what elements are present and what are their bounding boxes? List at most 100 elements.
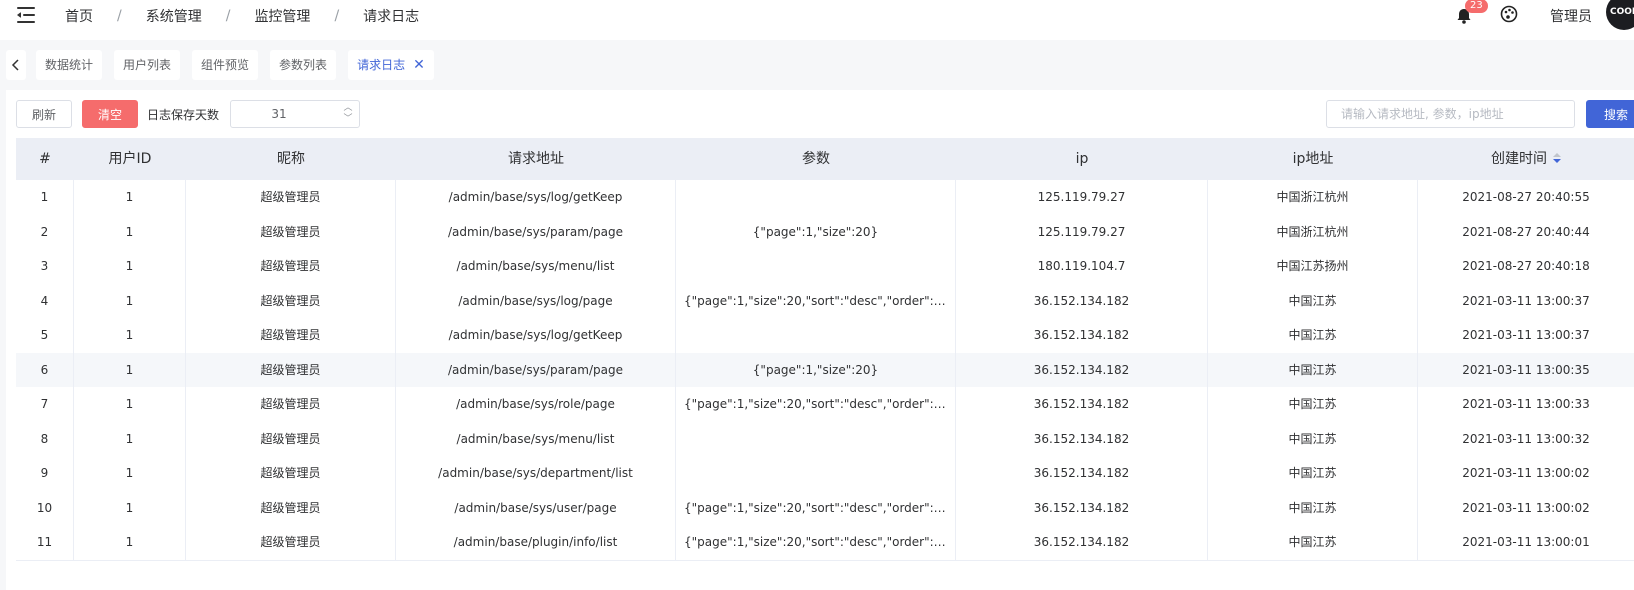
menu-toggle-icon[interactable] <box>17 6 37 24</box>
breadcrumb-separator: / <box>334 8 340 24</box>
row-user-id: 1 <box>74 214 186 251</box>
table-row[interactable]: 9 1 超级管理员/admin/base/sys/department/list 36… <box>16 456 1634 492</box>
row-request-url: /admin/base/sys/menu/list <box>396 421 676 458</box>
tab-request-log[interactable]: 请求日志 ✕ <box>348 50 434 80</box>
row-ip: 36.152.134.182 <box>956 421 1208 458</box>
row-created-time: 2021-03-11 13:00:33 <box>1462 397 1590 411</box>
column-header-ip-location: ip地址 <box>1292 151 1334 167</box>
column-header-index: # <box>39 151 51 167</box>
keep-days-stepper[interactable]: 31 ︿ ﹀ <box>230 100 360 128</box>
tab-data-stats[interactable]: 数据统计 <box>36 50 102 80</box>
row-ip: 36.152.134.182 <box>956 387 1208 423</box>
table-row[interactable]: 8 1 超级管理员/admin/base/sys/menu/list 36.152.1… <box>16 421 1634 458</box>
table-row[interactable]: 1 1 超级管理员/admin/base/sys/log/getKeep 125.11… <box>16 180 1634 216</box>
row-request-url: /admin/base/plugin/info/list <box>396 525 676 561</box>
row-params <box>676 180 956 216</box>
tabs-back-button[interactable] <box>6 50 26 80</box>
palette-icon[interactable] <box>1500 5 1518 23</box>
row-user-id: 1 <box>74 318 186 354</box>
row-request-url: /admin/base/sys/param/page <box>396 214 676 251</box>
row-index: 1 <box>16 180 74 216</box>
column-header-created-time[interactable]: 创建时间 <box>1418 138 1634 180</box>
row-index: 3 <box>16 249 74 285</box>
breadcrumb-item-home[interactable]: 首页 <box>65 6 93 26</box>
tab-component-preview[interactable]: 组件预览 <box>192 50 258 80</box>
keep-days-value[interactable]: 31 <box>231 107 327 121</box>
table-row[interactable]: 5 1 超级管理员/admin/base/sys/log/getKeep 36.152… <box>16 318 1634 354</box>
row-nickname: 超级管理员 <box>186 214 396 251</box>
row-params: {"page":1,"size":20,"sort":"desc","order… <box>676 490 956 527</box>
table-row[interactable]: 7 1 超级管理员/admin/base/sys/role/page {"page":… <box>16 387 1634 423</box>
username[interactable]: 管理员 <box>1550 6 1592 26</box>
row-user-id: 1 <box>74 249 186 285</box>
table-row[interactable]: 11 1 超级管理员/admin/base/plugin/info/list {"pa… <box>16 525 1634 561</box>
chevron-down-icon[interactable]: ﹀ <box>343 114 353 125</box>
row-created-time: 2021-03-11 13:00:37 <box>1462 328 1590 342</box>
row-index: 9 <box>16 456 74 492</box>
table-row[interactable]: 3 1 超级管理员/admin/base/sys/menu/list 180.119.… <box>16 249 1634 285</box>
stepper-arrows[interactable]: ︿ ﹀ <box>343 103 353 125</box>
row-created-time: 2021-08-27 20:40:18 <box>1462 259 1590 273</box>
avatar[interactable]: COOL <box>1606 0 1634 30</box>
breadcrumb-item-monitor[interactable]: 监控管理 <box>254 6 310 26</box>
row-index: 4 <box>16 283 74 320</box>
row-user-id: 1 <box>74 525 186 561</box>
row-nickname: 超级管理员 <box>186 387 396 423</box>
row-params: {"page":1,"size":20,"sort":"desc","order… <box>676 387 956 423</box>
row-ip-location: 中国江苏 <box>1208 352 1418 389</box>
breadcrumb: 首页 / 系统管理 / 监控管理 / 请求日志 <box>65 6 419 26</box>
row-ip-location: 中国江苏 <box>1208 525 1418 561</box>
row-nickname: 超级管理员 <box>186 456 396 492</box>
row-index: 11 <box>16 525 74 561</box>
row-nickname: 超级管理员 <box>186 180 396 216</box>
row-params <box>676 249 956 285</box>
row-nickname: 超级管理员 <box>186 249 396 285</box>
refresh-button[interactable]: 刷新 <box>16 100 72 128</box>
row-ip-location: 中国江苏 <box>1208 490 1418 527</box>
row-user-id: 1 <box>74 456 186 492</box>
table-header: # 用户ID 昵称 请求地址 参数 ip ip地址 创建时间 <box>16 138 1634 180</box>
search-input[interactable]: 请输入请求地址, 参数，ip地址 <box>1326 100 1575 128</box>
row-params: {"page":1,"size":20} <box>676 352 956 389</box>
table-row[interactable]: 6 1 超级管理员/admin/base/sys/param/page {"page"… <box>16 352 1634 389</box>
row-params: {"page":1,"size":20} <box>676 214 956 251</box>
row-ip-location: 中国江苏 <box>1208 456 1418 492</box>
row-ip-location: 中国浙江杭州 <box>1208 214 1418 251</box>
row-index: 8 <box>16 421 74 458</box>
row-request-url: /admin/base/sys/log/page <box>396 283 676 320</box>
row-ip: 36.152.134.182 <box>956 525 1208 561</box>
table-row[interactable]: 2 1 超级管理员/admin/base/sys/param/page {"page"… <box>16 214 1634 251</box>
breadcrumb-separator: / <box>117 8 122 24</box>
chevron-up-icon[interactable]: ︿ <box>343 103 353 114</box>
sort-desc-icon[interactable] <box>1553 153 1561 163</box>
row-nickname: 超级管理员 <box>186 283 396 320</box>
row-created-time: 2021-03-11 13:00:37 <box>1462 293 1590 308</box>
column-header-params: 参数 <box>802 151 830 167</box>
row-ip: 36.152.134.182 <box>956 456 1208 492</box>
row-created-time: 2021-08-27 20:40:44 <box>1462 224 1590 239</box>
row-user-id: 1 <box>74 283 186 320</box>
clear-button[interactable]: 清空 <box>82 100 138 128</box>
row-params: {"page":1,"size":20,"sort":"desc","order… <box>676 283 956 320</box>
notification-badge: 23 <box>1465 0 1488 13</box>
keep-days-label: 日志保存天数 <box>147 108 220 122</box>
row-nickname: 超级管理员 <box>186 352 396 389</box>
row-nickname: 超级管理员 <box>186 490 396 527</box>
close-icon[interactable]: ✕ <box>413 57 425 73</box>
table-row[interactable]: 4 1 超级管理员/admin/base/sys/log/page {"page":1… <box>16 283 1634 320</box>
breadcrumb-item-system[interactable]: 系统管理 <box>146 6 202 26</box>
row-params <box>676 318 956 354</box>
row-created-time: 2021-03-11 13:00:01 <box>1462 535 1590 549</box>
table-row[interactable]: 10 1 超级管理员/admin/base/sys/user/page {"page"… <box>16 490 1634 527</box>
row-user-id: 1 <box>74 180 186 216</box>
tab-user-list[interactable]: 用户列表 <box>114 50 180 80</box>
search-button[interactable]: 搜索 <box>1586 100 1634 128</box>
row-ip-location: 中国江苏 <box>1208 283 1418 320</box>
row-created-time: 2021-03-11 13:00:02 <box>1462 500 1590 515</box>
row-created-time: 2021-08-27 20:40:55 <box>1462 190 1590 204</box>
row-ip: 36.152.134.182 <box>956 490 1208 527</box>
row-ip: 36.152.134.182 <box>956 352 1208 389</box>
row-request-url: /admin/base/sys/param/page <box>396 352 676 389</box>
row-request-url: /admin/base/sys/user/page <box>396 490 676 527</box>
tab-param-list[interactable]: 参数列表 <box>270 50 336 80</box>
